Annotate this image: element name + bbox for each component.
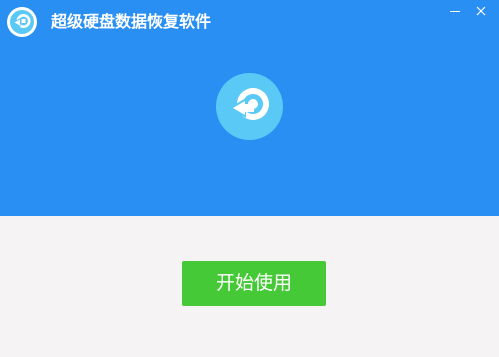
close-icon	[476, 6, 486, 16]
app-window: 超级硬盘数据恢复软件 开始使用	[0, 0, 499, 357]
window-title: 超级硬盘数据恢复软件	[51, 12, 212, 31]
start-button[interactable]: 开始使用	[182, 261, 326, 306]
app-icon	[7, 7, 37, 37]
header-banner: 超级硬盘数据恢复软件	[0, 0, 499, 216]
data-recovery-logo-icon	[216, 73, 283, 140]
minimize-button[interactable]	[444, 0, 468, 24]
close-button[interactable]	[469, 0, 493, 24]
minimize-icon	[450, 11, 460, 12]
